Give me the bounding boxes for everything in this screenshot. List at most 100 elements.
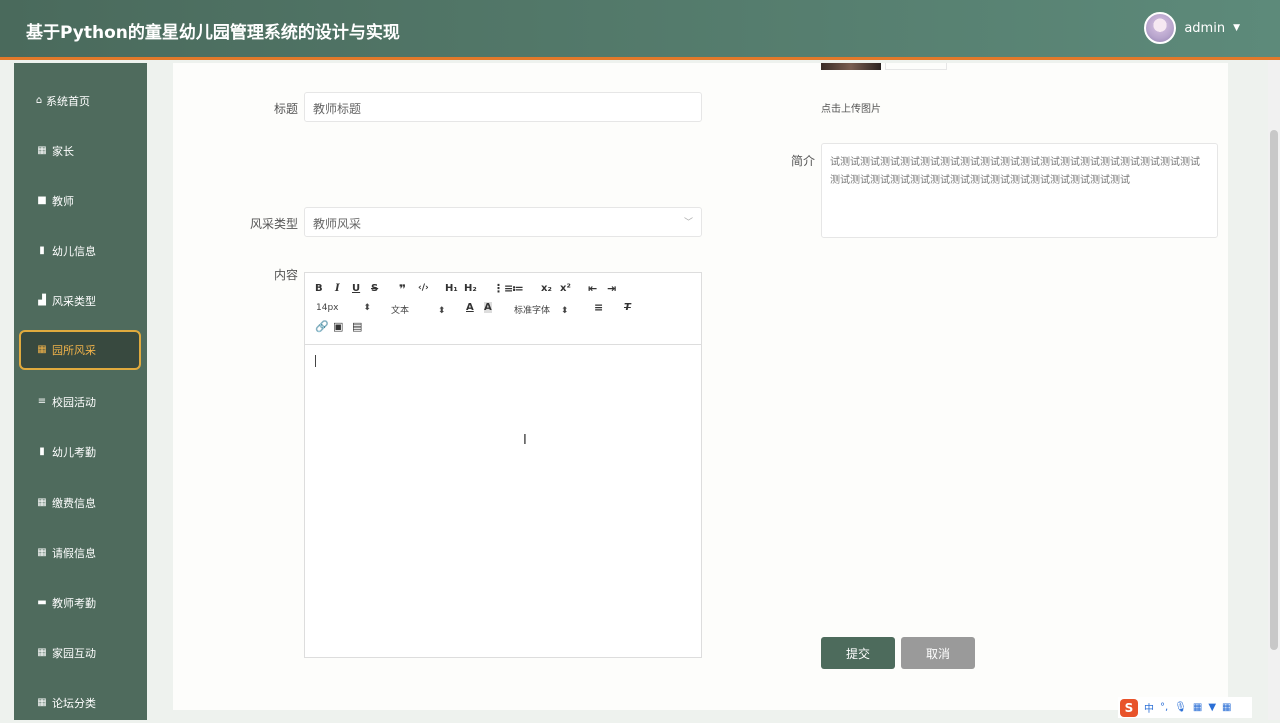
sidebar: ⌂ 系统首页 ▦ 家长 ■ 教师 ▮ 幼儿信息 ▟ 风采类型 ▦ 园所风采 ≡ … [14,63,147,720]
sidebar-item-teacher-attendance[interactable]: ▬ 教师考勤 [19,583,141,623]
sort-icon: ⬍ [363,303,371,313]
sort-icon: ⬍ [560,306,569,316]
quote-icon[interactable]: ❞ [399,282,406,296]
scrollbar-thumb[interactable] [1270,130,1278,650]
top-bar: 基于Python的童星幼儿园管理系统的设计与实现 admin ▼ [0,0,1280,60]
sidebar-item-label: 幼儿信息 [52,245,96,258]
sidebar-item-label: 校园活动 [52,396,96,409]
title-input[interactable]: 教师标题 [304,92,702,122]
table-icon: ▦ [37,344,47,355]
strikethrough-icon[interactable]: S [371,283,378,294]
sidebar-item-parents[interactable]: ▦ 家长 [19,131,141,171]
sidebar-item-activities[interactable]: ≡ 校园活动 [19,382,141,422]
chevron-down-icon: ﹀ [683,218,693,228]
indent-icon[interactable]: ⇥ [607,282,616,295]
toolbox-icon[interactable]: ▦ [1222,702,1231,713]
page-scrollbar[interactable] [1268,60,1280,720]
upload-box[interactable] [885,63,947,70]
sidebar-item-label: 缴费信息 [52,497,96,510]
font-family-select[interactable]: 标准字体 ⬍ [514,303,568,316]
type-select[interactable]: 教师风采 ﹀ [304,207,702,237]
video-icon[interactable]: ▤ [352,320,362,333]
title-label: 标题 [273,102,298,116]
sidebar-item-home[interactable]: ⌂ 系统首页 [19,81,141,121]
sidebar-item-label: 请假信息 [52,547,96,560]
italic-icon[interactable]: I [335,283,340,294]
app-title: 基于Python的童星幼儿园管理系统的设计与实现 [26,23,400,43]
sidebar-item-label: 论坛分类 [52,697,96,710]
user-menu[interactable]: admin ▼ [1144,12,1240,44]
sidebar-item-forum-categories[interactable]: ▦ 论坛分类 [19,683,141,723]
ordered-list-icon[interactable]: ⋮≡ [493,282,513,295]
bullet-list-icon[interactable]: ≔ [512,282,524,295]
outdent-icon[interactable]: ⇤ [588,282,597,295]
sidebar-item-label: 系统首页 [46,95,90,108]
font-size-value: 14px [316,303,339,313]
sidebar-item-teachers[interactable]: ■ 教师 [19,181,141,221]
sidebar-item-payments[interactable]: ▦ 缴费信息 [19,483,141,523]
book-icon: ▮ [39,446,45,457]
text-style-value: 文本 [391,306,410,316]
ime-toolbar[interactable]: S 中 °, 🎙 ▦ ▼ ▦ [1118,697,1252,718]
sidebar-item-interaction[interactable]: ▦ 家园互动 [19,633,141,673]
link-icon[interactable]: 🔗 [315,320,329,333]
sidebar-item-children[interactable]: ▮ 幼儿信息 [19,231,141,271]
ime-mode[interactable]: 中 [1144,700,1154,715]
sogou-logo-icon[interactable]: S [1120,698,1138,717]
background-color-icon[interactable]: A [484,302,492,313]
editor-toolbar: B I U S ❞ ‹/› H₁ H₂ ⋮≡ ≔ x₂ x² ⇤ ⇥ 14px … [305,273,701,345]
font-size-select[interactable]: 14px ⬍ [316,303,371,313]
cancel-button[interactable]: 取消 [901,637,975,669]
text-cursor [315,355,316,367]
image-icon[interactable]: ▣ [333,320,343,333]
sidebar-item-style-types[interactable]: ▟ 风采类型 [19,281,141,321]
clipboard-icon: ▮ [39,245,45,256]
type-label: 风采类型 [249,217,298,231]
intro-textarea[interactable]: 试测试测试测试测试测试测试测试测试测试测试测试测试测试测试测试测试测试测试测试测… [821,143,1218,238]
sidebar-item-label: 风采类型 [52,295,96,308]
microphone-icon[interactable]: 🎙 [1174,702,1187,713]
font-family-value: 标准字体 [514,306,551,316]
align-icon[interactable]: ≡ [594,301,603,314]
skin-icon[interactable]: ▼ [1208,702,1216,713]
home-icon: ⌂ [35,95,43,106]
sort-icon: ⬍ [437,306,446,316]
grid-icon: ▦ [37,547,47,558]
avatar[interactable] [1144,12,1177,44]
print-icon: ▬ [37,597,47,608]
rich-text-editor[interactable]: B I U S ❞ ‹/› H₁ H₂ ⋮≡ ≔ x₂ x² ⇤ ⇥ 14px … [304,272,702,658]
superscript-icon[interactable]: x² [560,283,571,294]
sidebar-item-child-attendance[interactable]: ▮ 幼儿考勤 [19,432,141,472]
submit-button[interactable]: 提交 [821,637,895,669]
text-style-select[interactable]: 文本 ⬍ [391,303,445,316]
underline-icon[interactable]: U [352,283,360,294]
username[interactable]: admin [1184,21,1225,36]
bold-icon[interactable]: B [315,283,323,294]
sidebar-item-label: 园所风采 [52,344,96,357]
sidebar-item-leave[interactable]: ▦ 请假信息 [19,533,141,573]
grid-icon: ▦ [37,497,47,508]
list-icon: ≡ [37,396,47,407]
subscript-icon[interactable]: x₂ [541,283,552,294]
content-label: 内容 [273,268,298,282]
upload-hint[interactable]: 点击上传图片 [821,100,881,115]
heading2-icon[interactable]: H₂ [464,283,477,294]
keyboard-icon[interactable]: ▦ [1193,702,1202,713]
caret-down-icon[interactable]: ▼ [1233,23,1240,33]
heading1-icon[interactable]: H₁ [445,283,458,294]
type-select-value: 教师风采 [313,217,362,231]
clear-format-icon[interactable]: T [624,302,631,313]
sidebar-item-label: 家长 [52,145,74,158]
grid-icon: ▦ [37,145,47,156]
punctuation-icon[interactable]: °, [1160,702,1168,713]
thumb-icon: ■ [37,195,47,206]
uploaded-image[interactable] [821,63,881,70]
sidebar-item-label: 家园互动 [52,647,96,660]
sidebar-item-label: 教师 [52,195,74,208]
intro-label: 简介 [790,154,815,168]
grid-icon: ▦ [37,697,47,708]
font-color-icon[interactable]: A [466,302,474,313]
code-icon[interactable]: ‹/› [418,283,429,293]
sidebar-item-school-style[interactable]: ▦ 园所风采 [19,330,141,370]
grid-icon: ▦ [37,647,47,658]
